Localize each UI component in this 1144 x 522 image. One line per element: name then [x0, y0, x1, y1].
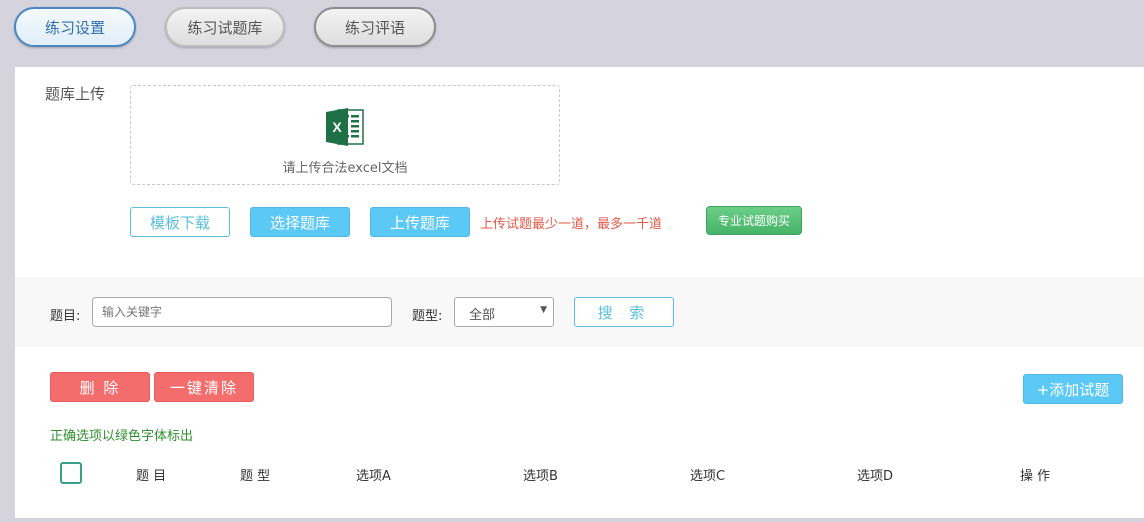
search-bar: 题目: 题型: 全部 ▼ 搜 索 [15, 277, 1144, 347]
svg-text:X: X [332, 119, 342, 135]
upload-hint: 请上传合法excel文档 [282, 161, 408, 176]
tab-bar: 练习设置 练习试题库 练习评语 [0, 0, 1144, 67]
search-button[interactable]: 搜 索 [574, 297, 674, 327]
column-header-option-c: 选项C [690, 469, 726, 484]
upload-label: 题库上传 [45, 85, 106, 103]
type-select[interactable]: 全部 ▼ [454, 297, 554, 327]
title-filter-label: 题目: [50, 309, 81, 324]
excel-icon: X [324, 106, 366, 148]
column-header-actions: 操 作 [1020, 469, 1051, 484]
tab-practice-settings[interactable]: 练习设置 [14, 7, 136, 47]
tab-practice-question-bank[interactable]: 练习试题库 [165, 7, 285, 47]
column-header-option-b: 选项B [523, 469, 558, 484]
buy-questions-button[interactable]: 专业试题购买 [706, 206, 802, 235]
upload-limit-note: 上传试题最少一道，最多一千道 [480, 217, 663, 232]
template-download-button[interactable]: 模板下载 [130, 207, 230, 237]
correct-option-note: 正确选项以绿色字体标出 [50, 429, 194, 444]
tab-practice-comments[interactable]: 练习评语 [314, 7, 436, 47]
type-filter-label: 题型: [412, 309, 443, 324]
column-header-option-a: 选项A [356, 469, 391, 484]
choose-bank-button[interactable]: 选择题库 [250, 207, 350, 237]
column-header-type: 题 型 [240, 469, 271, 484]
main-panel: 题库上传 X 请上传合法excel文档 模板下载 选择题库 上传题库 上传试题最… [15, 67, 1144, 518]
column-header-title: 题 目 [136, 469, 167, 484]
table-header: 题 目 题 型 选项A 选项B 选项C 选项D 操 作 [15, 457, 1144, 487]
column-header-option-d: 选项D [857, 469, 894, 484]
clear-all-button[interactable]: 一键清除 [154, 372, 254, 402]
upload-bank-button[interactable]: 上传题库 [370, 207, 470, 237]
select-all-checkbox[interactable] [60, 462, 82, 484]
type-select-value: 全部 [469, 308, 496, 323]
chevron-down-icon: ▼ [540, 305, 547, 315]
upload-dropzone[interactable]: X 请上传合法excel文档 [130, 85, 560, 185]
keyword-search-input[interactable] [92, 297, 392, 327]
add-question-button[interactable]: +添加试题 [1023, 374, 1123, 404]
delete-button[interactable]: 删 除 [50, 372, 150, 402]
